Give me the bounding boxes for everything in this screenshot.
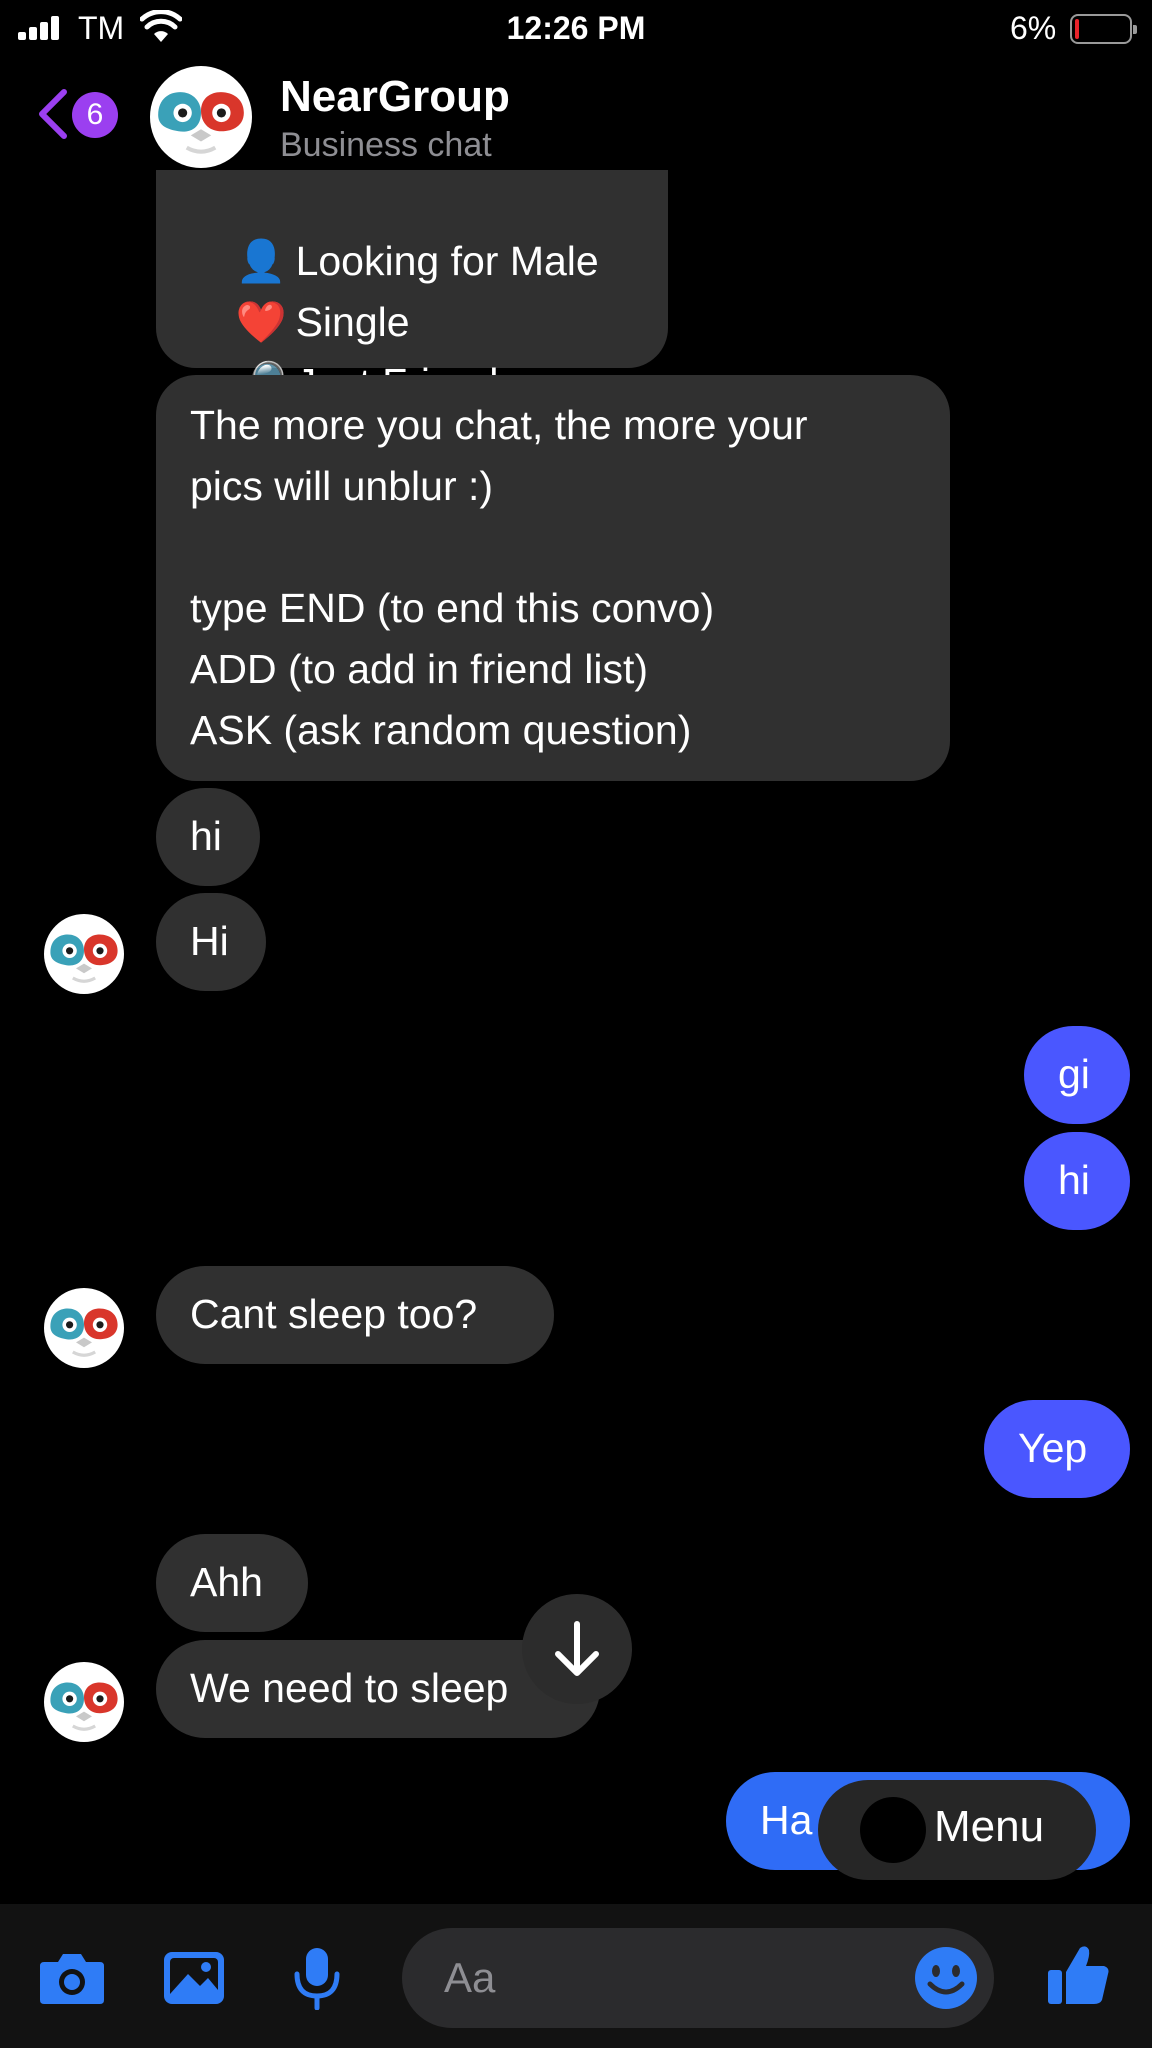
image-icon[interactable]: [162, 1950, 226, 2006]
outgoing-message-bubble[interactable]: Yep: [984, 1400, 1130, 1498]
message-line: The more you chat, the more your: [190, 402, 808, 448]
message-text: hi: [1058, 1157, 1090, 1203]
message-text: hi: [190, 813, 222, 859]
arrow-down-icon: [555, 1621, 599, 1676]
sender-avatar[interactable]: [44, 1288, 124, 1368]
message-text: Ahh: [190, 1559, 263, 1605]
status-bar: TM 12:26 PM 6%: [0, 0, 1152, 58]
message-line: ADD (to add in friend list): [190, 646, 649, 692]
chat-header: 6 NearGroup Business chat: [0, 58, 1152, 178]
message-text: Cant sleep too?: [190, 1291, 478, 1337]
chat-title[interactable]: NearGroup: [280, 72, 510, 122]
camera-icon[interactable]: [38, 1950, 106, 2006]
sender-avatar[interactable]: [44, 1662, 124, 1742]
outgoing-message-bubble[interactable]: hi: [1024, 1132, 1130, 1230]
unread-count-badge: 6: [72, 92, 118, 138]
outgoing-message-bubble[interactable]: gi: [1024, 1026, 1130, 1124]
message-text: Hi: [190, 918, 229, 964]
message-text: We need to sleep: [190, 1665, 509, 1711]
message-input[interactable]: [402, 1928, 994, 2028]
chevron-left-icon: [39, 89, 67, 139]
message-text: Yep: [1018, 1425, 1088, 1471]
menu-label: Menu: [934, 1802, 1045, 1851]
microphone-icon[interactable]: [292, 1946, 342, 2010]
message-line: pics will unblur :): [190, 463, 494, 509]
message-text: gi: [1058, 1051, 1090, 1097]
message-line: type END (to end this convo): [190, 585, 715, 631]
incoming-message-bubble[interactable]: Hi: [156, 893, 266, 991]
message-text: Ha: [760, 1797, 813, 1843]
battery-icon: [1070, 14, 1137, 44]
incoming-message-bubble[interactable]: Ahh: [156, 1534, 308, 1632]
back-button[interactable]: 6: [30, 84, 130, 144]
message-line: [190, 517, 916, 578]
smiley-icon[interactable]: [914, 1946, 978, 2010]
clock: 12:26 PM: [506, 10, 646, 46]
battery-percent: 6%: [1010, 10, 1057, 46]
profile-message-bubble[interactable]: 👤Looking for Male ❤️Single 🔎Just Friends: [156, 170, 668, 406]
avatar[interactable]: [150, 66, 252, 168]
scroll-to-bottom-button[interactable]: [522, 1594, 632, 1704]
message-composer: [0, 1904, 1152, 2048]
battery-level: [1075, 19, 1079, 39]
menu-dot-icon: [860, 1797, 926, 1863]
instructions-message-bubble[interactable]: The more you chat, the more your pics wi…: [156, 375, 950, 781]
incoming-message-bubble[interactable]: Cant sleep too?: [156, 1266, 554, 1364]
sender-avatar[interactable]: [44, 914, 124, 994]
message-line: ASK (ask random question): [190, 707, 692, 753]
thumbs-up-icon[interactable]: [1046, 1942, 1112, 2008]
menu-button[interactable]: Menu: [818, 1780, 1096, 1880]
incoming-message-bubble[interactable]: hi: [156, 788, 260, 886]
chat-subtitle: Business chat: [280, 126, 492, 164]
